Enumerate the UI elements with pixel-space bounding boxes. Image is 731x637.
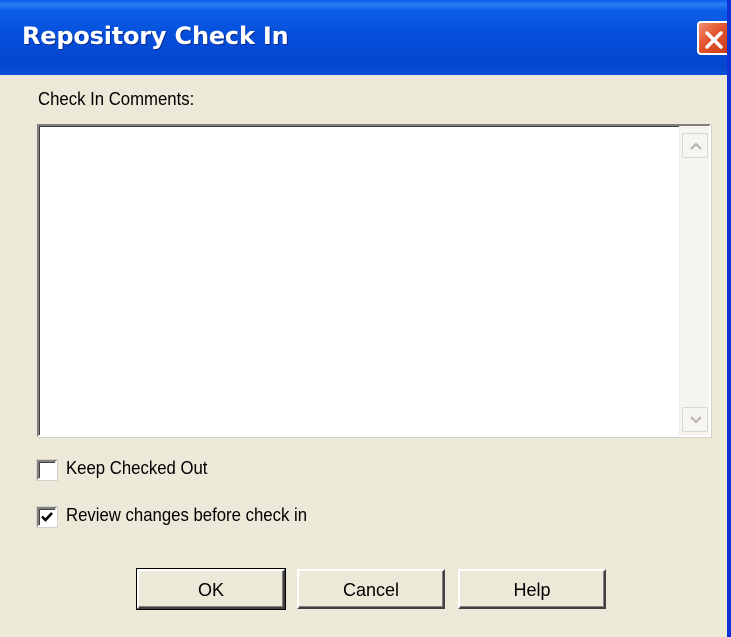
comments-box	[37, 124, 711, 437]
scroll-down-button[interactable]	[682, 407, 708, 432]
review-changes-label: Review changes before check in	[66, 505, 308, 525]
scroll-up-button[interactable]	[682, 133, 708, 158]
keep-checked-out-label: Keep Checked Out	[66, 458, 208, 478]
comments-textarea[interactable]	[39, 126, 679, 435]
close-button[interactable]	[697, 21, 727, 55]
comments-label: Check In Comments:	[38, 89, 195, 109]
check-in-dialog: Repository Check In Check In Comments: K…	[0, 0, 731, 637]
ok-button-label: OK	[197, 580, 224, 600]
ok-button[interactable]: OK	[136, 568, 286, 610]
help-button-label: Help	[513, 580, 551, 600]
cancel-button[interactable]: Cancel	[297, 569, 445, 609]
keep-checked-out-option[interactable]: Keep Checked Out	[37, 458, 397, 482]
title-bar[interactable]: Repository Check In	[0, 0, 727, 75]
review-changes-checkbox[interactable]	[37, 507, 57, 527]
keep-checked-out-checkbox[interactable]	[37, 460, 57, 480]
dialog-title: Repository Check In	[22, 22, 289, 50]
help-button[interactable]: Help	[458, 569, 606, 609]
vertical-scrollbar[interactable]	[679, 126, 709, 435]
review-changes-option[interactable]: Review changes before check in	[37, 505, 397, 529]
cancel-button-label: Cancel	[342, 580, 400, 600]
